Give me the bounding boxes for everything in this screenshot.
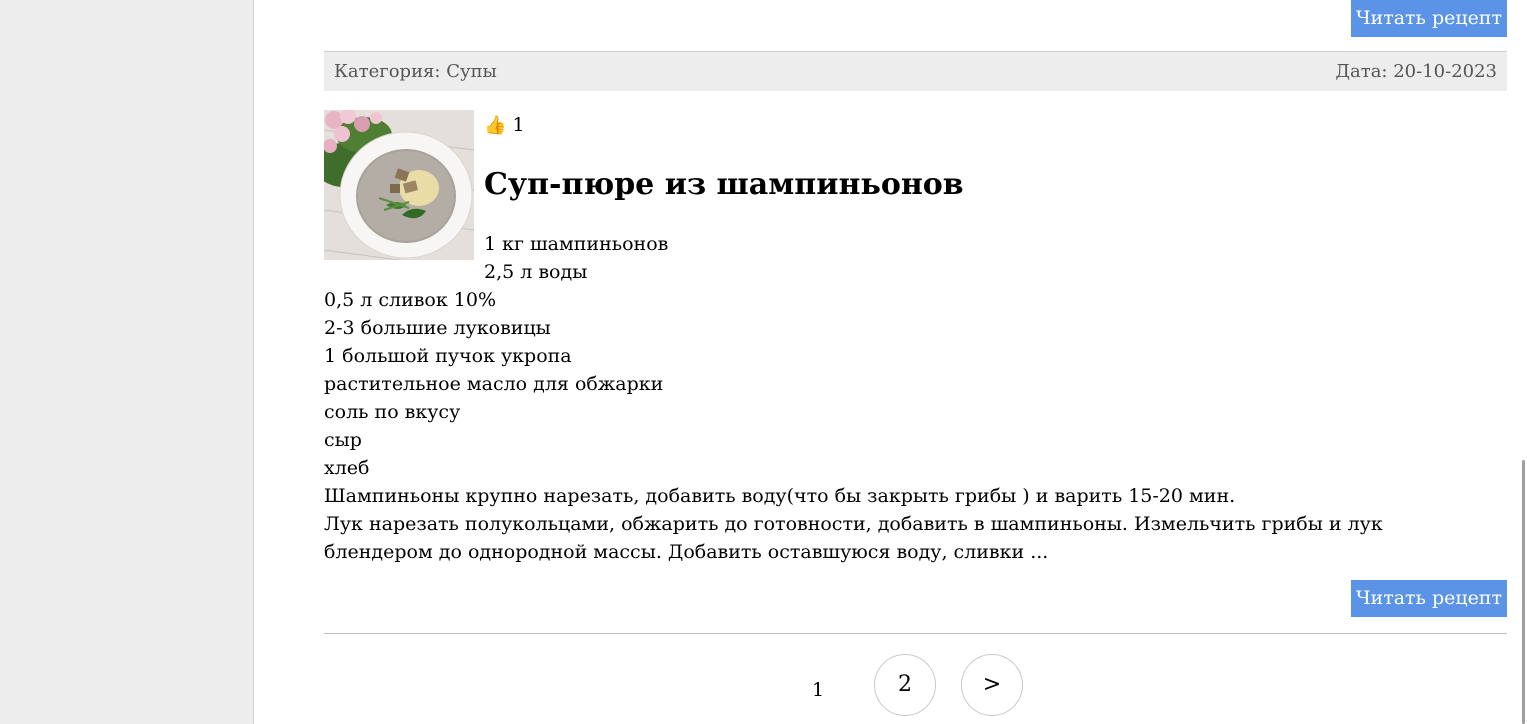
recipe-category[interactable]: Категория: Супы: [334, 52, 497, 91]
ingredient-line: сыр: [324, 429, 362, 451]
ingredient-line: 2,5 л воды: [484, 261, 588, 283]
ingredient-line: хлеб: [324, 457, 370, 479]
soup-bowl-image: [324, 110, 474, 260]
scrollbar-thumb[interactable]: [1522, 460, 1525, 724]
thumbs-up-icon: 👍: [484, 115, 507, 136]
ingredient-line: 0,5 л сливок 10%: [324, 289, 497, 311]
scrollbar[interactable]: [1520, 0, 1527, 724]
next-page-button[interactable]: >: [961, 654, 1023, 716]
ingredient-line: 1 кг шампиньонов: [484, 233, 669, 255]
read-recipe-button-previous[interactable]: Читать рецепт: [1350, 0, 1507, 37]
page-2-button[interactable]: 2: [874, 654, 936, 716]
recipe-photo[interactable]: [324, 110, 474, 260]
ingredient-line: растительное масло для обжарки: [324, 373, 664, 395]
page-1-current: 1: [811, 679, 825, 701]
ingredient-line: 1 большой пучок укропа: [324, 345, 572, 367]
description-line: блендером до однородной массы. Добавить …: [324, 541, 1049, 563]
read-recipe-button[interactable]: Читать рецепт: [1350, 580, 1507, 617]
left-sidebar: [0, 0, 254, 724]
likes-counter[interactable]: 👍 1: [484, 112, 525, 139]
description-line: Шампиньоны крупно нарезать, добавить вод…: [324, 485, 1236, 507]
recipe-title[interactable]: Суп-пюре из шампиньонов: [484, 164, 964, 206]
recipe-meta-bar: Категория: Супы Дата: 20-10-2023: [324, 51, 1507, 91]
recipe-date: Дата: 20-10-2023: [1335, 61, 1497, 82]
likes-count: 1: [512, 114, 525, 136]
recipe-list: Читать рецепт Категория: Супы Дата: 20-1…: [324, 0, 1507, 724]
ingredient-line: соль по вкусу: [324, 401, 461, 423]
divider: [324, 633, 1507, 634]
ingredient-line: 2-3 большие луковицы: [324, 317, 551, 339]
description-line: Лук нарезать полукольцами, обжарить до г…: [324, 513, 1383, 535]
